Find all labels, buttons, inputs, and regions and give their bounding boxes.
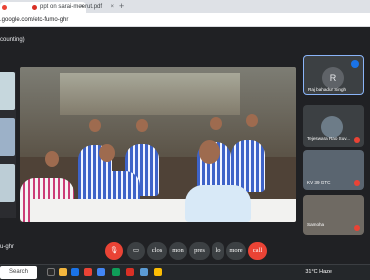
- tab-label: ppt on sarai-meerut.pdf: [40, 4, 103, 10]
- url-text: .google.com/etc-fumo-ghr: [0, 17, 69, 23]
- mic-off-button[interactable]: 🎙: [105, 242, 123, 260]
- student-1-face: [89, 119, 101, 132]
- browser-tab-pdf[interactable]: ppt on sarai-meerut.pdf ×: [30, 2, 116, 13]
- student-front-left-face: [45, 151, 59, 167]
- teacher-face: [199, 140, 220, 164]
- teacher: [185, 185, 251, 222]
- student-4-face: [246, 114, 258, 127]
- participant-tile-raj[interactable]: R Raj bahadur Singh: [303, 55, 364, 95]
- windows-taskbar: Search 31°C Haze: [0, 264, 370, 280]
- meet-header: counting): [0, 28, 370, 53]
- participant-tile-tejeswara[interactable]: Tejeswara Rao Suv...: [303, 105, 364, 147]
- participant-name: Raj bahadur Singh: [308, 87, 347, 92]
- weather-text: Haze: [319, 269, 332, 275]
- taskbar-search[interactable]: Search: [0, 266, 37, 279]
- search-label: Search: [9, 269, 29, 275]
- meet-title: counting): [0, 37, 25, 43]
- participant-name: Tejeswara Rao Suv...: [307, 136, 351, 141]
- participant-tile-kv39[interactable]: KV 39 GTC: [303, 150, 364, 190]
- mic-off-icon: [354, 180, 360, 186]
- raise-hand-button[interactable]: mon: [169, 242, 187, 260]
- sticky-notes-icon[interactable]: [154, 268, 162, 276]
- student-4: [231, 140, 265, 192]
- address-bar[interactable]: .google.com/etc-fumo-ghr: [0, 13, 370, 27]
- edge-icon[interactable]: [71, 268, 79, 276]
- more-options-button[interactable]: more: [226, 242, 246, 260]
- presenting-badge-icon: [351, 60, 359, 68]
- pdf-favicon-icon: [32, 5, 37, 10]
- file-explorer-icon[interactable]: [59, 268, 67, 276]
- student-front-center-face: [99, 144, 115, 162]
- participant-name: Samoha: [307, 222, 325, 227]
- meeting-code-label: u-ghr: [0, 244, 15, 250]
- meet-controls: 🎙 ▭ clos mon pres lo more call: [105, 242, 267, 260]
- avatar: R: [322, 67, 344, 89]
- browser-tabstrip: × ppt on sarai-meerut.pdf × +: [0, 0, 370, 13]
- left-thumb-2[interactable]: [0, 118, 15, 156]
- word-icon[interactable]: [140, 268, 148, 276]
- left-thumb-3[interactable]: [0, 164, 15, 202]
- camera-icon: ▭: [132, 247, 140, 254]
- reactions-button[interactable]: lo: [212, 242, 224, 260]
- present-button[interactable]: pres: [189, 242, 210, 260]
- store-icon[interactable]: [97, 268, 105, 276]
- main-video-feed[interactable]: [20, 67, 296, 222]
- front-desk: [30, 199, 296, 222]
- powerpoint-icon[interactable]: [126, 268, 134, 276]
- task-view-icon[interactable]: [47, 268, 55, 276]
- participant-name: KV 39 GTC: [307, 180, 331, 185]
- participant-tile-samoha[interactable]: Samoha: [303, 195, 364, 235]
- microphone-off-icon: 🎙: [109, 247, 119, 254]
- student-3-face: [210, 117, 222, 130]
- avatar: [321, 116, 343, 138]
- camera-button[interactable]: ▭: [127, 242, 145, 260]
- leave-call-button[interactable]: call: [248, 242, 267, 260]
- temperature-text: 31°C: [305, 269, 318, 275]
- excel-icon[interactable]: [112, 268, 120, 276]
- tab-favicon-icon: [2, 5, 7, 10]
- video-window: [60, 73, 240, 115]
- mic-off-icon: [354, 225, 360, 231]
- left-participant-strip: [0, 72, 16, 218]
- weather-widget[interactable]: 31°C Haze: [305, 266, 332, 279]
- student-2-face: [136, 119, 148, 132]
- chrome-icon[interactable]: [84, 268, 92, 276]
- mic-off-icon: [354, 137, 360, 143]
- close-tab-icon[interactable]: ×: [110, 2, 114, 13]
- left-thumb-1[interactable]: [0, 72, 15, 110]
- new-tab-button[interactable]: +: [119, 1, 124, 11]
- captions-button[interactable]: clos: [147, 242, 167, 260]
